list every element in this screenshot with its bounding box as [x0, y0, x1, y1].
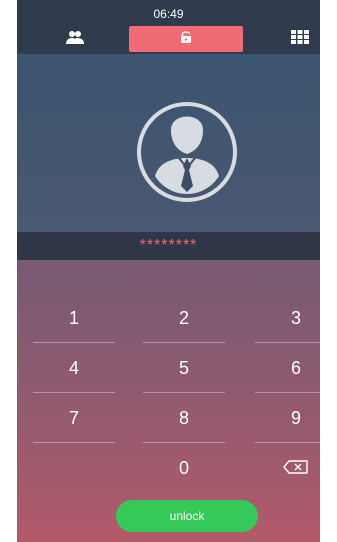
- key-2[interactable]: 2: [143, 296, 225, 340]
- key-7[interactable]: 7: [33, 396, 115, 440]
- pin-display: ********: [17, 232, 320, 260]
- pin-mask: ********: [139, 237, 198, 254]
- key-4[interactable]: 4: [33, 346, 115, 390]
- backspace-icon: [283, 459, 309, 479]
- key-divider: [33, 342, 115, 343]
- key-divider: [255, 342, 320, 343]
- key-divider: [255, 392, 320, 393]
- avatar: [135, 100, 239, 204]
- key-8[interactable]: 8: [143, 396, 225, 440]
- key-divider: [33, 392, 115, 393]
- unlock-icon: [179, 30, 193, 49]
- profile-header: [17, 54, 320, 232]
- key-9[interactable]: 9: [255, 396, 320, 440]
- lock-screen: 06:49 ******** 1 2 3 4 5 6 7 8 9 0 unloc…: [17, 0, 320, 542]
- key-divider: [143, 442, 225, 443]
- status-time: 06:49: [153, 7, 184, 21]
- key-divider: [143, 392, 225, 393]
- unlock-button[interactable]: unlock: [116, 500, 258, 532]
- tab-contacts[interactable]: [47, 26, 103, 52]
- key-divider: [255, 442, 320, 443]
- key-divider: [143, 342, 225, 343]
- top-bar: 06:49: [17, 0, 320, 54]
- keypad-icon: [291, 29, 309, 49]
- key-5[interactable]: 5: [143, 346, 225, 390]
- key-6[interactable]: 6: [255, 346, 320, 390]
- key-0[interactable]: 0: [143, 446, 225, 490]
- contacts-icon: [65, 30, 85, 49]
- key-3[interactable]: 3: [255, 296, 320, 340]
- tab-unlock[interactable]: [129, 26, 243, 52]
- tab-keypad[interactable]: [272, 26, 320, 52]
- key-divider: [33, 442, 115, 443]
- backspace-button[interactable]: [255, 456, 320, 482]
- key-1[interactable]: 1: [33, 296, 115, 340]
